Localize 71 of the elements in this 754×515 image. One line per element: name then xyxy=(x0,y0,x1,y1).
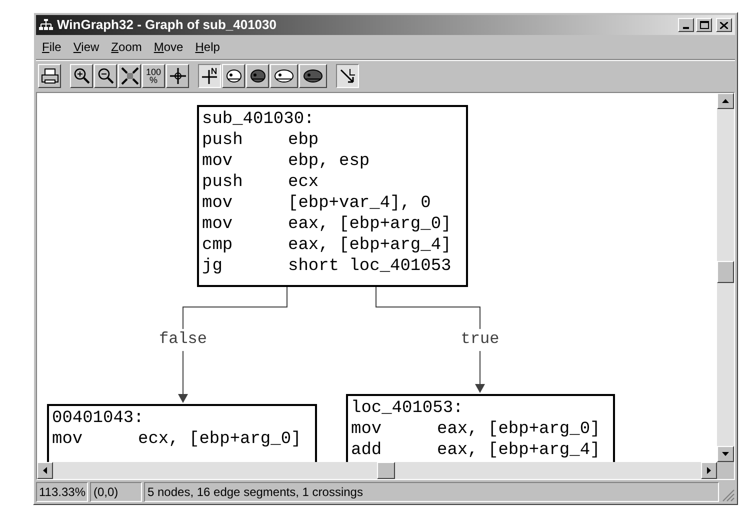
scrollbar-thumb[interactable] xyxy=(717,261,734,283)
instruction-mnemonic: mov xyxy=(351,419,383,440)
edge-label: false xyxy=(159,329,207,349)
instruction-operands: eax, [ebp+arg_4] xyxy=(288,235,452,256)
fish-eye-icon xyxy=(302,67,324,85)
menu-item[interactable]: View xyxy=(69,38,104,56)
menu-item[interactable]: Help xyxy=(191,38,224,56)
instruction-operands: eax, [ebp+arg_0] xyxy=(288,214,452,235)
scrollbar-corner xyxy=(717,462,734,479)
percent-label: % xyxy=(149,76,158,84)
toolbar-button[interactable] xyxy=(336,64,359,88)
instruction-mnemonic: push xyxy=(202,172,244,193)
instruction-operands: ecx, [ebp+arg_0] xyxy=(138,429,302,450)
node-label: 00401043: xyxy=(52,408,145,429)
node-label: sub_401030: xyxy=(202,109,316,130)
left-arrow-icon xyxy=(43,467,47,474)
zoom-out-icon xyxy=(96,67,114,85)
instruction-mnemonic: mov xyxy=(52,429,84,450)
menu-item[interactable]: File xyxy=(38,38,66,56)
scroll-left-button[interactable] xyxy=(37,462,53,479)
fit-arrows-icon xyxy=(120,67,138,85)
printer-icon xyxy=(40,67,58,85)
fish-eye-icon xyxy=(248,67,266,85)
maximize-button[interactable] xyxy=(696,18,712,32)
close-button[interactable] xyxy=(716,18,732,32)
instruction-operands: [ebp+var_4], 0 xyxy=(288,193,431,214)
down-arrow-icon xyxy=(722,452,729,456)
instruction-mnemonic: push xyxy=(202,130,244,151)
instruction-operands: eax, [ebp+arg_0] xyxy=(437,419,600,440)
close-icon xyxy=(720,22,728,28)
north-cross-icon xyxy=(200,67,218,85)
instruction-mnemonic: jg xyxy=(202,256,224,277)
instruction-mnemonic: mov xyxy=(202,193,234,214)
zoom-in-icon xyxy=(72,67,90,85)
diagonal-arrow-icon xyxy=(338,67,356,85)
menu-item[interactable]: Zoom xyxy=(107,38,146,56)
instruction-operands: ecx xyxy=(288,172,319,193)
toolbar-button[interactable] xyxy=(198,64,221,88)
coordinates-status: (0,0) xyxy=(90,482,142,502)
minimize-icon xyxy=(683,27,689,29)
crosshair-icon xyxy=(168,67,186,85)
scrollbar-thumb[interactable] xyxy=(377,462,395,479)
instruction-operands: ebp xyxy=(288,130,319,151)
zoom-level-status: 113.33% xyxy=(36,482,88,502)
instruction-operands: ebp, esp xyxy=(288,151,370,172)
fish-eye-icon xyxy=(224,67,242,85)
instruction-mnemonic: cmp xyxy=(202,235,234,256)
scroll-right-button[interactable] xyxy=(701,462,717,479)
fish-eye-icon xyxy=(273,67,295,85)
up-arrow-icon xyxy=(722,99,729,103)
tree-icon xyxy=(39,19,53,31)
zoom-100-label: 100 xyxy=(146,68,162,76)
vertical-scrollbar[interactable] xyxy=(717,93,734,462)
instruction-mnemonic: mov xyxy=(202,214,234,235)
maximize-icon xyxy=(700,21,708,29)
resize-grip-icon xyxy=(721,488,735,502)
instruction-operands: short loc_401053 xyxy=(288,256,452,277)
instruction-operands: eax, [ebp+arg_4] xyxy=(437,440,600,461)
graph-info-status: 5 nodes, 16 edge segments, 1 crossings xyxy=(144,482,719,502)
scroll-down-button[interactable] xyxy=(717,446,734,462)
horizontal-scrollbar[interactable] xyxy=(37,462,734,479)
menu-item[interactable]: Move xyxy=(150,38,188,56)
instruction-mnemonic: mov xyxy=(202,151,234,172)
scroll-up-button[interactable] xyxy=(717,93,734,109)
edge-label: true xyxy=(460,329,500,349)
toolbar-button[interactable]: 100 % xyxy=(142,64,165,88)
node-label: loc_401053: xyxy=(351,398,464,419)
right-arrow-icon xyxy=(707,467,711,474)
minimize-button[interactable] xyxy=(678,18,694,32)
instruction-mnemonic: add xyxy=(351,440,383,461)
window-title: WinGraph32 - Graph of sub_401030 xyxy=(57,16,277,34)
